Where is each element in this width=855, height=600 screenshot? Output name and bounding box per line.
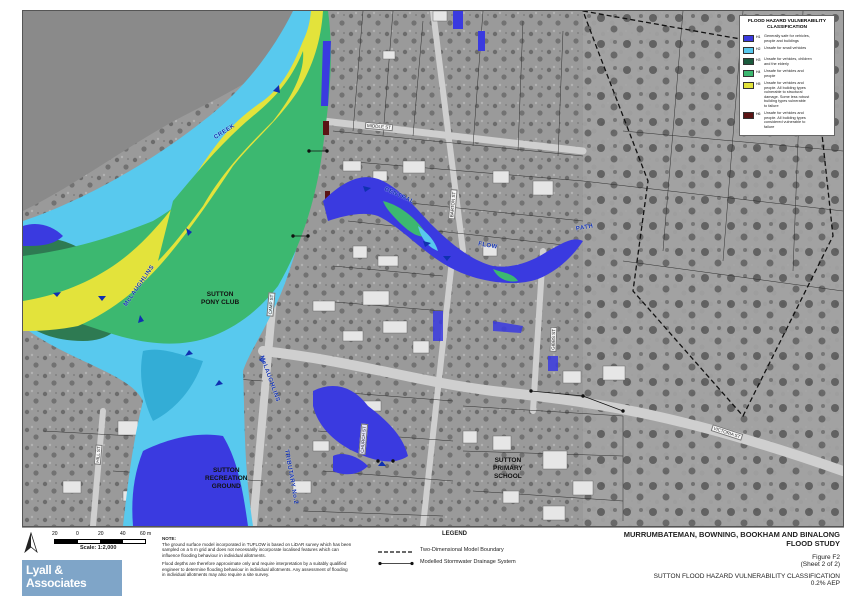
hazard-code: H3 xyxy=(756,58,761,62)
hazard-swatch-h2 xyxy=(743,47,754,54)
scale-tick: 60 m xyxy=(140,531,152,537)
hazard-code: H6 xyxy=(756,112,761,116)
scale-bar: 20 0 20 40 60 m Scale: 1:2,000 xyxy=(52,531,162,555)
figure-title: SUTTON FLOOD HAZARD VULNERABILITY CLASSI… xyxy=(653,573,840,580)
hazard-code: H4 xyxy=(756,70,761,74)
hazard-row-h1: H1 Generally safe for vehicles, people a… xyxy=(743,34,831,43)
sheet-number: (Sheet 2 of 2) xyxy=(800,561,840,568)
figure-number: Figure F2 xyxy=(812,554,840,561)
project-title: MURRUMBATEMAN, BOWNING, BOOKHAM AND BINA… xyxy=(623,530,840,539)
company-logo: Lyall & Associates xyxy=(22,560,122,596)
note-block: NOTE: The ground surface model incorpora… xyxy=(162,536,352,578)
hazard-row-h4: H4 Unsafe for vehicles and people xyxy=(743,69,831,78)
hazard-swatch-h6 xyxy=(743,112,754,119)
hazard-text: Unsafe for vehicles and people xyxy=(764,69,804,78)
label-primary-school: SUTTON PRIMARY SCHOOL xyxy=(493,457,523,480)
map-legend: LEGEND Two-Dimensional Model Boundary Mo… xyxy=(372,531,582,591)
scale-text: Scale: 1:2,000 xyxy=(80,545,117,551)
label-recreation-ground: SUTTON RECREATION GROUND xyxy=(205,467,248,490)
hazard-text: Unsafe for small vehicles xyxy=(764,46,807,50)
hazard-legend-title: FLOOD HAZARD VULNERABILITY CLASSIFICATIO… xyxy=(747,19,827,30)
hazard-text: Unsafe for vehicles, children and the el… xyxy=(764,57,812,66)
map-canvas xyxy=(23,11,843,526)
legend-boundary-symbol xyxy=(378,551,414,553)
hazard-swatch-h5 xyxy=(743,82,754,89)
hazard-row-h6: H6 Unsafe for vehicles and people. All b… xyxy=(743,111,831,129)
hazard-code: H2 xyxy=(756,47,761,51)
figure-aep: 0.2% AEP xyxy=(810,580,840,587)
hazard-swatch-h4 xyxy=(743,70,754,77)
scale-tick: 40 xyxy=(120,531,126,537)
project-title-block: MURRUMBATEMAN, BOWNING, BOOKHAM AND BINA… xyxy=(590,530,840,587)
north-arrow-icon xyxy=(24,532,38,554)
hazard-code: H1 xyxy=(756,35,761,39)
hazard-legend: FLOOD HAZARD VULNERABILITY CLASSIFICATIO… xyxy=(739,15,835,136)
scale-tick: 20 xyxy=(98,531,104,537)
hazard-swatch-h1 xyxy=(743,35,754,42)
label-pony-club: SUTTON PONY CLUB xyxy=(201,291,240,306)
note-paragraph: Flood depths are therefore approximate o… xyxy=(162,561,348,577)
logo-line: Associates xyxy=(26,576,87,590)
hazard-row-h2: H2 Unsafe for small vehicles xyxy=(743,46,831,54)
hazard-text: Generally safe for vehicles, people and … xyxy=(764,34,810,43)
hazard-row-h3: H3 Unsafe for vehicles, children and the… xyxy=(743,57,831,66)
flood-map[interactable]: CREEK McLAUGHLINS McLAUGHLINS CENTRAL FL… xyxy=(22,10,844,527)
figure-frame: CREEK McLAUGHLINS McLAUGHLINS CENTRAL FL… xyxy=(0,0,855,600)
hazard-text: Unsafe for vehicles and people. All buil… xyxy=(764,81,810,108)
note-paragraph: The ground surface model incorporated in… xyxy=(162,541,352,558)
hazard-row-h5: H5 Unsafe for vehicles and people. All b… xyxy=(743,81,831,108)
legend-item-drainage: Modelled Stormwater Drainage System xyxy=(420,559,516,565)
legend-item-boundary: Two-Dimensional Model Boundary xyxy=(420,547,504,553)
scale-tick: 0 xyxy=(76,531,79,537)
title-block-footer: 20 0 20 40 60 m Scale: 1:2,000 Lyall & A… xyxy=(22,527,844,598)
street-gibbs: GIBBS ST xyxy=(549,327,558,352)
legend-title: LEGEND xyxy=(442,531,468,537)
hazard-text: Unsafe for vehicles and people. All buil… xyxy=(764,111,806,129)
legend-drainage-symbol xyxy=(378,561,414,566)
scale-tick: 20 xyxy=(52,531,58,537)
hazard-code: H5 xyxy=(756,82,761,86)
project-subtitle: FLOOD STUDY xyxy=(786,539,840,548)
hazard-swatch-h3 xyxy=(743,58,754,65)
